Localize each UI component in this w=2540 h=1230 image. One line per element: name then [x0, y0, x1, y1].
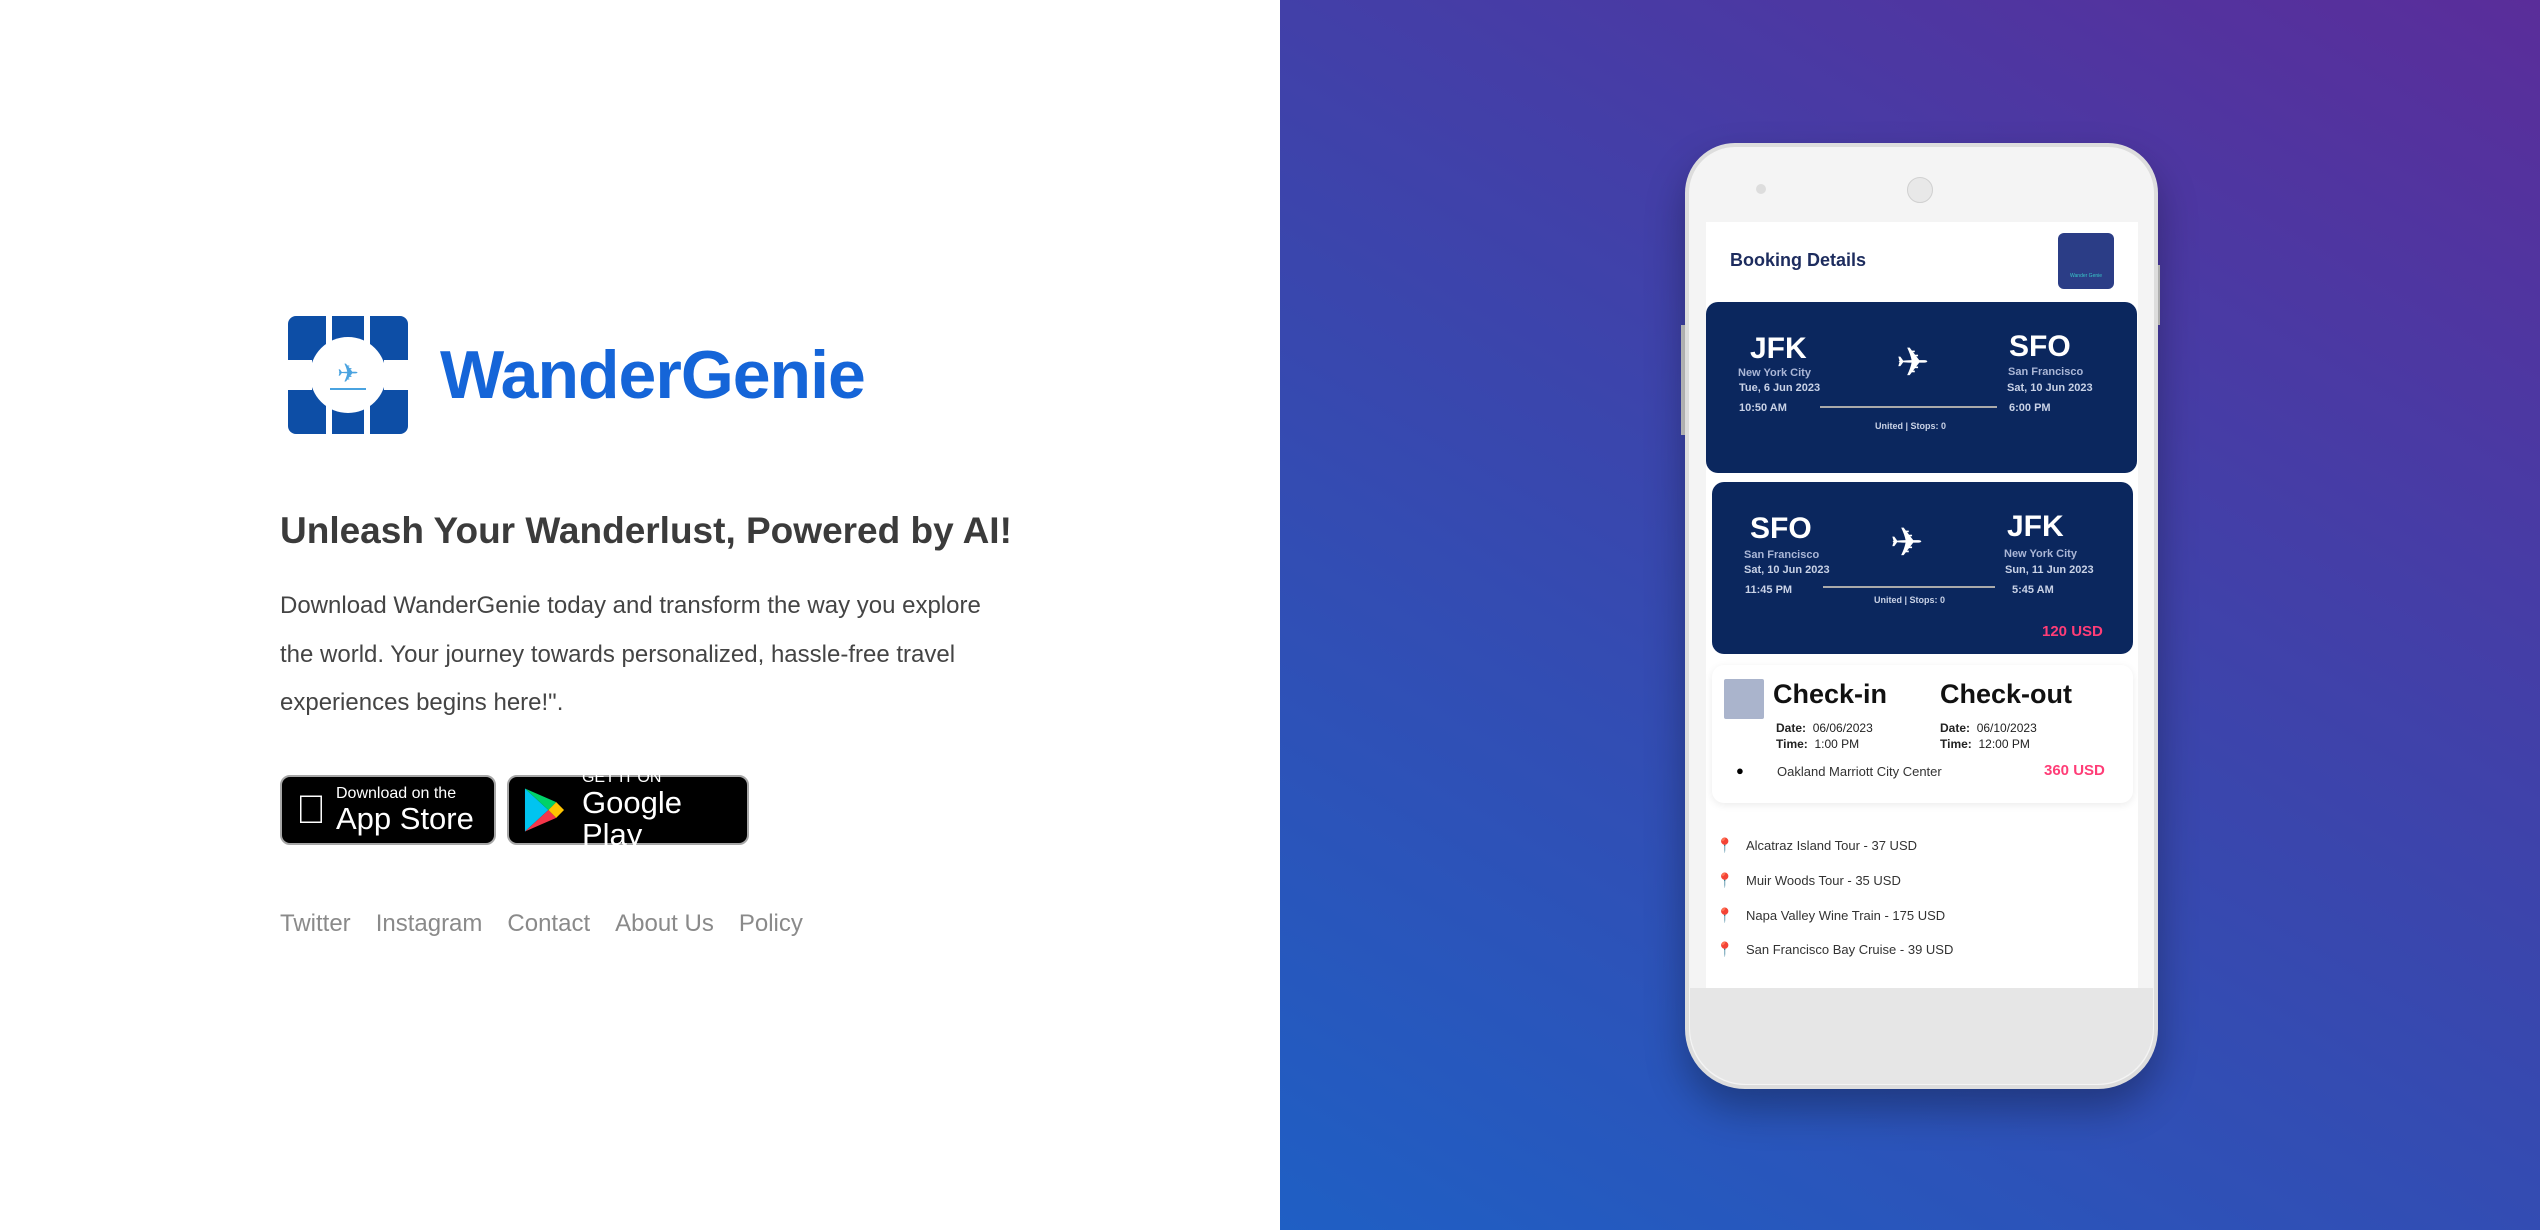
hotel-card[interactable]: Check-in Check-out Date: 06/06/2023 Time…	[1712, 665, 2133, 803]
time-label: Time:	[1776, 737, 1808, 751]
checkout-time: 12:00 PM	[1978, 737, 2030, 751]
airplane-icon: ✈	[1896, 341, 1930, 385]
app-badge-logo: Wander Genie	[2058, 233, 2114, 289]
flight-card-return[interactable]: SFO San Francisco Sat, 10 Jun 2023 11:45…	[1712, 482, 2133, 654]
activity-item[interactable]: 📍 Alcatraz Island Tour - 37 USD	[1716, 837, 1917, 854]
checkout-date: 06/10/2023	[1976, 721, 2037, 735]
destination-city: San Francisco	[2008, 366, 2084, 378]
origin-city: New York City	[1738, 367, 1811, 379]
destination-code: JFK	[2007, 510, 2064, 543]
footer-links: Twitter Instagram Contact About Us Polic…	[280, 910, 803, 938]
destination-time: 5:45 AM	[2012, 584, 2054, 596]
checkin-label: Check-in	[1773, 679, 1888, 709]
phone-chin	[1690, 988, 2153, 1084]
activities-list: 📍 Alcatraz Island Tour - 37 USD 📍 Muir Woo…	[1706, 815, 2138, 988]
destination-date: Sun, 11 Jun 2023	[2005, 564, 2094, 576]
pin-icon: 📍	[1716, 837, 1734, 853]
destination-time: 6:00 PM	[2009, 402, 2051, 414]
origin-city: San Francisco	[1744, 549, 1820, 561]
activity-label: Napa Valley Wine Train - 175 USD	[1746, 908, 1946, 923]
pin-icon: 📍	[1716, 941, 1734, 957]
activity-item[interactable]: 📍 Muir Woods Tour - 35 USD	[1716, 872, 1901, 889]
flight-card-outbound[interactable]: JFK New York City Tue, 6 Jun 2023 10:50 …	[1706, 302, 2137, 473]
origin-time: 11:45 PM	[1745, 584, 1793, 596]
hero-paragraph: Download WanderGenie today and transform…	[280, 592, 981, 716]
activity-item[interactable]: 📍 San Francisco Bay Cruise - 39 USD	[1716, 941, 1953, 958]
wandergenie-logo-icon: ✈	[288, 316, 408, 434]
activity-label: Alcatraz Island Tour - 37 USD	[1746, 838, 1917, 853]
time-label: Time:	[1940, 737, 1972, 751]
airplane-icon: ✈	[1890, 521, 1924, 565]
destination-date: Sat, 10 Jun 2023	[2007, 382, 2093, 394]
hotel-name: Oakland Marriott City Center	[1777, 764, 1942, 779]
pin-icon: 📍	[1716, 907, 1734, 923]
landing-left-panel: ✈ WanderGenie Unleash Your Wanderlust, P…	[0, 0, 1280, 1230]
phone-screen: Booking Details Wander Genie JFK New Yor…	[1706, 222, 2138, 988]
location-pin-icon: ●	[1736, 763, 1744, 778]
checkin-time: 1:00 PM	[1814, 737, 1860, 751]
google-play-big-text: Google Play	[581, 785, 682, 852]
origin-date: Tue, 6 Jun 2023	[1739, 382, 1821, 394]
google-play-button[interactable]: GET IT ON Google Play	[507, 769, 749, 851]
date-label: Date:	[1940, 721, 1971, 735]
checkin-date: 06/06/2023	[1812, 721, 1873, 735]
airline-stops: United | Stops: 0	[1875, 421, 1947, 431]
hotel-price: 360 USD	[2044, 762, 2105, 779]
airline-stops: United | Stops: 0	[1874, 595, 1946, 605]
brand-name: WanderGenie	[440, 337, 866, 413]
hotel-icon	[1724, 679, 1764, 719]
activity-label: Muir Woods Tour - 35 USD	[1746, 873, 1901, 888]
activity-label: San Francisco Bay Cruise - 39 USD	[1746, 942, 1954, 957]
flight-price: 120 USD	[2042, 623, 2103, 640]
route-line	[1820, 406, 1997, 408]
hero-headline: Unleash Your Wanderlust, Powered by AI!	[280, 510, 1012, 551]
google-play-icon	[524, 788, 565, 832]
pin-icon: 📍	[1716, 872, 1734, 888]
destination-code: SFO	[2009, 330, 2071, 363]
app-store-button[interactable]:  Download on theApp Store	[280, 775, 496, 845]
booking-details-title: Booking Details	[1730, 250, 1867, 270]
origin-date: Sat, 10 Jun 2023	[1744, 564, 1830, 576]
app-store-big-text: App Store	[306, 801, 474, 836]
destination-city: New York City	[2004, 548, 2077, 560]
brand-logo: ✈ WanderGenie	[288, 316, 866, 434]
activity-item[interactable]: 📍 Napa Valley Wine Train - 175 USD	[1716, 907, 1945, 924]
link-policy[interactable]: Policy	[739, 910, 803, 938]
link-instagram[interactable]: Instagram	[376, 910, 483, 938]
apple-icon: 	[296, 788, 326, 833]
date-label: Date:	[1776, 721, 1807, 735]
origin-code: SFO	[1750, 512, 1812, 545]
svg-text:✈: ✈	[337, 358, 359, 388]
link-twitter[interactable]: Twitter	[280, 910, 351, 938]
phone-speaker	[1907, 177, 1933, 203]
link-contact[interactable]: Contact	[507, 910, 590, 938]
origin-code: JFK	[1750, 332, 1807, 365]
route-line	[1823, 586, 1995, 588]
checkout-details: Date: 06/10/2023 Time: 12:00 PM	[1940, 720, 2037, 752]
origin-time: 10:50 AM	[1739, 402, 1787, 414]
checkin-details: Date: 06/06/2023 Time: 1:00 PM	[1776, 720, 1873, 752]
phone-camera	[1756, 184, 1766, 194]
link-about-us[interactable]: About Us	[615, 910, 714, 938]
checkout-label: Check-out	[1940, 679, 2073, 709]
